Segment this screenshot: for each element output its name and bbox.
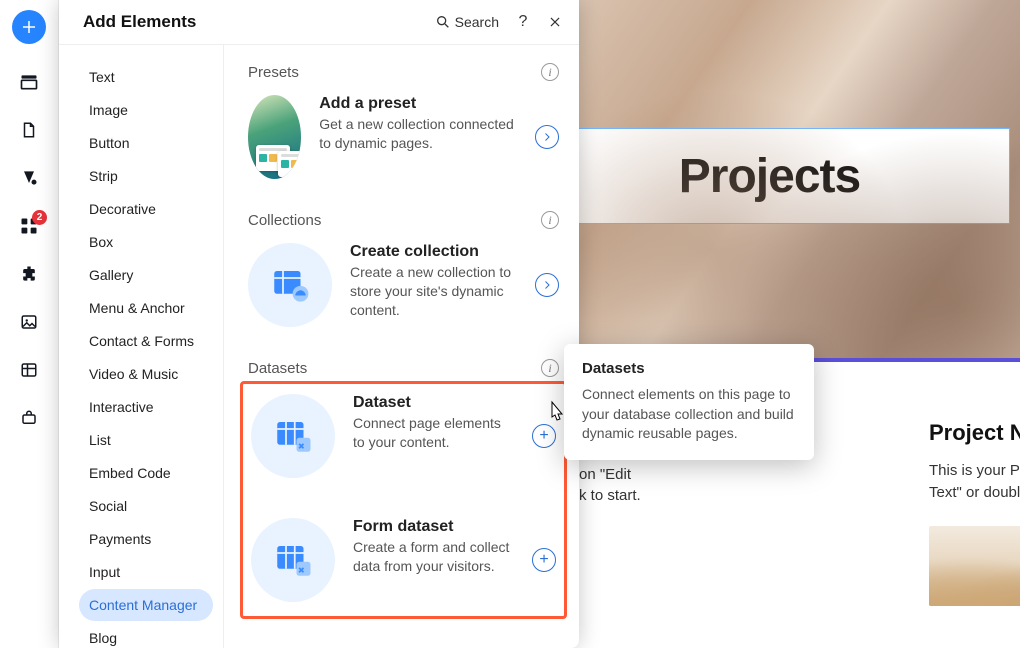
cat-decorative[interactable]: Decorative	[79, 193, 213, 225]
rail-data-icon[interactable]	[19, 360, 39, 380]
chevron-right-icon	[541, 131, 553, 143]
rail-apps-badge: 2	[32, 210, 47, 225]
close-icon	[548, 15, 562, 29]
help-button[interactable]: ?	[515, 14, 531, 30]
group-datasets-title: Datasets	[248, 360, 307, 377]
hero-title: Projects	[679, 149, 860, 204]
hero-title-box[interactable]: Projects	[579, 128, 1010, 224]
rail-business-icon[interactable]	[19, 408, 39, 428]
form-dataset-card-desc: Create a form and collect data from your…	[353, 538, 514, 576]
collection-card-title: Create collection	[350, 243, 517, 261]
group-presets-title: Presets	[248, 64, 299, 81]
cat-box[interactable]: Box	[79, 226, 213, 258]
cat-interactive[interactable]: Interactive	[79, 391, 213, 423]
preset-thumb	[248, 95, 301, 179]
cat-content-manager[interactable]: Content Manager	[79, 589, 213, 621]
form-dataset-add-button[interactable]: +	[532, 548, 556, 572]
dataset-thumb	[251, 394, 335, 478]
cat-text[interactable]: Text	[79, 61, 213, 93]
group-datasets-head: Datasets i	[248, 359, 559, 377]
group-collections-head: Collections i	[248, 211, 559, 229]
cat-contact-forms[interactable]: Contact & Forms	[79, 325, 213, 357]
rail-sections-icon[interactable]	[19, 72, 39, 92]
cat-gallery[interactable]: Gallery	[79, 259, 213, 291]
collections-info-button[interactable]: i	[541, 211, 559, 229]
add-button[interactable]	[12, 10, 46, 44]
group-column: Presets i Add a preset Get a new collect…	[224, 45, 579, 648]
cursor-pointer-icon	[546, 400, 568, 426]
rail-media-icon[interactable]	[19, 312, 39, 332]
rail-design-icon[interactable]	[19, 168, 39, 188]
chevron-right-icon	[541, 279, 553, 291]
rail-plugins-icon[interactable]	[19, 264, 39, 284]
form-dataset-card[interactable]: Form dataset Create a form and collect d…	[251, 518, 556, 602]
category-list: Text Image Button Strip Decorative Box G…	[59, 45, 224, 648]
add-elements-panel: Add Elements Search ? Text Image Button …	[59, 0, 579, 648]
cat-blog[interactable]: Blog	[79, 622, 213, 648]
plus-icon	[20, 18, 38, 36]
form-dataset-thumb	[251, 518, 335, 602]
collection-card-desc: Create a new collection to store your si…	[350, 263, 517, 320]
close-button[interactable]	[547, 14, 563, 30]
project-b-title: Project Name	[929, 420, 1020, 446]
rail-apps-icon[interactable]: 2	[19, 216, 39, 236]
preset-card-desc: Get a new collection connected to dynami…	[319, 115, 517, 153]
search-label: Search	[455, 14, 499, 30]
group-collections-title: Collections	[248, 212, 321, 229]
rail-pages-icon[interactable]	[19, 120, 39, 140]
search-icon	[435, 14, 451, 30]
panel-title: Add Elements	[83, 12, 196, 32]
group-presets-head: Presets i	[248, 63, 559, 81]
hero-image: Projects	[579, 0, 1020, 358]
preset-card-title: Add a preset	[319, 95, 517, 113]
panel-header: Add Elements Search ?	[59, 0, 579, 45]
cat-list[interactable]: List	[79, 424, 213, 456]
form-dataset-icon	[272, 539, 314, 581]
dataset-card-desc: Connect page elements to your content.	[353, 414, 514, 452]
dataset-icon	[272, 415, 314, 457]
datasets-info-button[interactable]: i	[541, 359, 559, 377]
presets-info-button[interactable]: i	[541, 63, 559, 81]
project-column-b: Project Name This is your Project des Te…	[929, 420, 1020, 606]
cat-video-music[interactable]: Video & Music	[79, 358, 213, 390]
preset-go-button[interactable]	[535, 125, 559, 149]
collection-icon	[269, 264, 311, 306]
collection-go-button[interactable]	[535, 273, 559, 297]
dataset-card-title: Dataset	[353, 394, 514, 412]
collection-thumb	[248, 243, 332, 327]
datasets-tooltip: Datasets Connect elements on this page t…	[564, 344, 814, 460]
cat-payments[interactable]: Payments	[79, 523, 213, 555]
project-b-body: This is your Project des Text" or double…	[929, 460, 1020, 504]
cat-input[interactable]: Input	[79, 556, 213, 588]
cat-strip[interactable]: Strip	[79, 160, 213, 192]
preset-card[interactable]: Add a preset Get a new collection connec…	[248, 95, 559, 179]
cat-social[interactable]: Social	[79, 490, 213, 522]
datasets-highlight: Dataset Connect page elements to your co…	[240, 381, 567, 619]
search-button[interactable]: Search	[435, 14, 499, 30]
cat-menu-anchor[interactable]: Menu & Anchor	[79, 292, 213, 324]
collection-card[interactable]: Create collection Create a new collectio…	[248, 243, 559, 327]
project-b-image	[929, 526, 1020, 606]
cat-embed-code[interactable]: Embed Code	[79, 457, 213, 489]
tooltip-body: Connect elements on this page to your da…	[582, 385, 796, 444]
form-dataset-card-title: Form dataset	[353, 518, 514, 536]
canvas-page: Projects ide a brief l the context on "E…	[579, 0, 1020, 648]
cat-image[interactable]: Image	[79, 94, 213, 126]
cat-button[interactable]: Button	[79, 127, 213, 159]
left-rail: 2	[0, 0, 59, 648]
dataset-card[interactable]: Dataset Connect page elements to your co…	[251, 394, 556, 478]
tooltip-title: Datasets	[582, 360, 796, 377]
dataset-add-button[interactable]: +	[532, 424, 556, 448]
